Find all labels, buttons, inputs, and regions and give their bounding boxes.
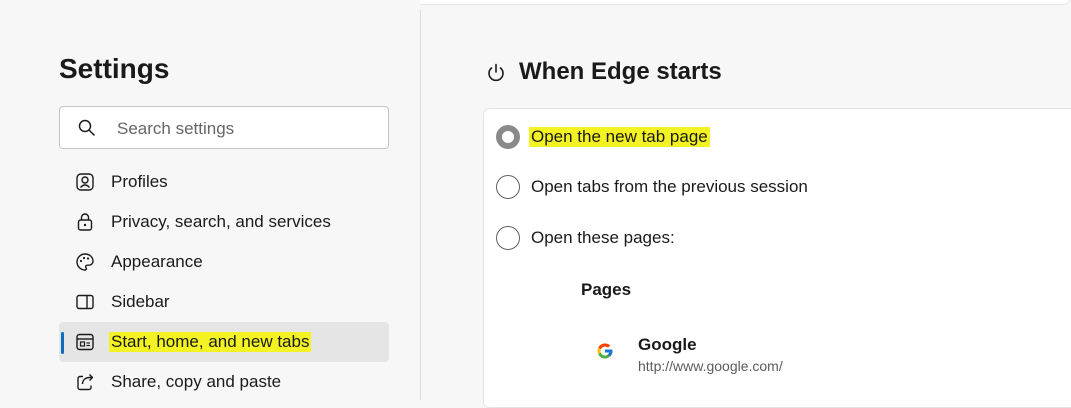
pages-heading: Pages	[581, 280, 632, 299]
search-input[interactable]	[115, 115, 379, 142]
radio-button[interactable]	[496, 175, 520, 199]
sidebar-item-label: Sidebar	[111, 292, 170, 311]
sidebar-item-label: Privacy, search, and services	[111, 212, 331, 231]
section-title: When Edge starts	[519, 58, 722, 85]
settings-nav: Profiles Privacy, search, and services A…	[59, 162, 389, 402]
home-tabs-icon	[76, 333, 94, 351]
sidebar-item-share-copy-paste[interactable]: Share, copy and paste	[59, 362, 389, 402]
sidebar-item-privacy[interactable]: Privacy, search, and services	[59, 202, 389, 242]
pane-divider	[420, 10, 421, 400]
option-label: Open tabs from the previous session	[531, 177, 808, 196]
page-url: http://www.google.com/	[638, 358, 783, 374]
palette-icon	[76, 253, 94, 271]
sidebar-item-sidebar[interactable]: Sidebar	[59, 282, 389, 322]
profile-icon	[76, 173, 94, 191]
radio-button-checked[interactable]	[496, 125, 520, 149]
settings-title: Settings	[59, 53, 170, 84]
sidebar-item-label: Share, copy and paste	[111, 372, 282, 391]
sidebar-item-label: Profiles	[111, 172, 168, 191]
page-name: Google	[638, 335, 697, 354]
sidebar-item-label: Start, home, and new tabs	[109, 332, 312, 352]
share-icon	[77, 374, 94, 391]
sidebar-item-appearance[interactable]: Appearance	[59, 242, 389, 282]
search-icon	[78, 119, 95, 136]
radio-button[interactable]	[496, 226, 520, 250]
lock-icon	[77, 213, 93, 231]
option-label: Open these pages:	[531, 228, 675, 247]
sidebar-icon	[76, 294, 94, 310]
sidebar-item-label: Appearance	[111, 252, 203, 271]
page-entry-google[interactable]: Google http://www.google.com/	[596, 333, 896, 383]
settings-sidebar: Settings Profiles Privacy, search, and s…	[0, 0, 420, 400]
sidebar-item-profiles[interactable]: Profiles	[59, 162, 389, 202]
power-icon	[488, 63, 504, 82]
option-label: Open the new tab page	[529, 127, 710, 147]
startup-options-card: Open the new tab page Open tabs from the…	[483, 108, 1071, 408]
sidebar-item-start-home-new-tabs[interactable]: Start, home, and new tabs	[59, 322, 389, 362]
search-settings-box[interactable]	[59, 106, 389, 149]
google-icon	[597, 343, 613, 359]
